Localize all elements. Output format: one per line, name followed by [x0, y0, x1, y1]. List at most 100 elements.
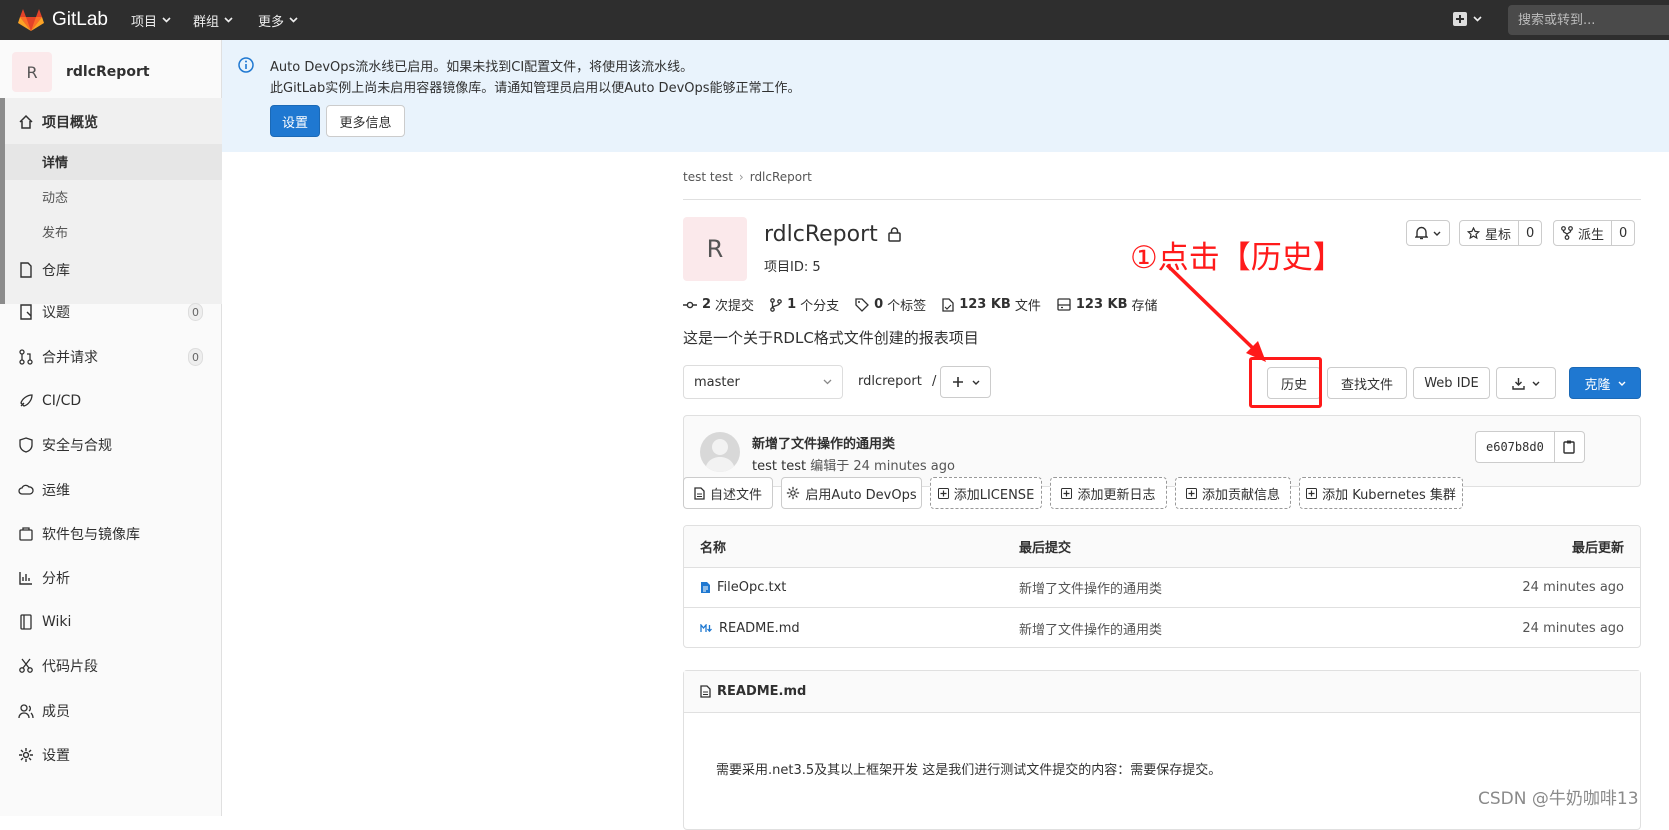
- repo-path-root[interactable]: rdlcreport: [858, 374, 922, 389]
- star-count[interactable]: 0: [1518, 221, 1541, 245]
- star-label: 星标: [1485, 227, 1512, 243]
- sidebar-item-members[interactable]: 成员: [18, 699, 70, 723]
- banner-line-1: Auto DevOps流水线已启用。如果未找到CI配置文件，将使用该流水线。: [270, 60, 694, 75]
- stat-storage[interactable]: 123 KB 存储: [1057, 295, 1158, 314]
- readme-filename[interactable]: README.md: [717, 684, 806, 699]
- storage-icon: [1057, 298, 1071, 311]
- add-changelog-button[interactable]: 添加更新日志: [1050, 477, 1167, 509]
- document-icon: [694, 486, 705, 500]
- stat-value: 1: [787, 297, 797, 312]
- sidebar-item-label: 代码片段: [42, 659, 98, 675]
- stat-value: 0: [874, 297, 884, 312]
- rocket-icon: [20, 394, 33, 407]
- watermark: CSDN @牛奶咖啡13: [1478, 789, 1639, 809]
- file-commit-message[interactable]: 新增了文件操作的通用类: [1019, 608, 1162, 647]
- file-name-cell[interactable]: README.md: [700, 608, 800, 647]
- add-kubernetes-button[interactable]: 添加 Kubernetes 集群: [1299, 477, 1463, 509]
- sidebar-subitem-releases[interactable]: 发布: [42, 222, 68, 241]
- branch-selector[interactable]: master: [683, 365, 843, 399]
- sidebar-item-label: CI/CD: [42, 393, 82, 409]
- enable-auto-devops-button[interactable]: 启用Auto DevOps: [781, 477, 922, 509]
- stat-files[interactable]: 123 KB 文件: [942, 295, 1041, 314]
- author-avatar[interactable]: [700, 432, 740, 472]
- commit-meta: test test 编辑于 24 minutes ago: [752, 455, 955, 474]
- add-to-tree-dropdown[interactable]: [940, 366, 991, 398]
- star-button[interactable]: 星标: [1460, 221, 1518, 245]
- commit-time: 24 minutes ago: [853, 459, 955, 474]
- find-file-button[interactable]: 查找文件: [1327, 367, 1407, 399]
- stat-commits[interactable]: 2 次提交: [683, 295, 754, 314]
- new-dropdown-button[interactable]: [1453, 12, 1482, 26]
- gear-icon: [787, 486, 800, 500]
- star-button-group: 星标 0: [1459, 220, 1543, 246]
- web-ide-button[interactable]: Web IDE: [1413, 367, 1490, 399]
- star-icon: [1467, 226, 1480, 239]
- sidebar-item-label: 软件包与镜像库: [42, 527, 140, 543]
- auto-devops-banner: Auto DevOps流水线已启用。如果未找到CI配置文件，将使用该流水线。 此…: [222, 40, 1669, 152]
- markdown-icon: [700, 623, 712, 632]
- sidebar-subitem-activity[interactable]: 动态: [42, 187, 68, 206]
- users-icon: [18, 704, 34, 719]
- project-avatar-large: R: [683, 217, 747, 281]
- fork-count[interactable]: 0: [1611, 221, 1634, 245]
- sidebar-item-issues[interactable]: 议题: [18, 300, 70, 324]
- search-input[interactable]: [1508, 5, 1669, 35]
- breadcrumb-namespace[interactable]: test test: [683, 170, 733, 184]
- nav-menu-projects[interactable]: 项目: [131, 0, 171, 40]
- notification-dropdown[interactable]: [1406, 220, 1450, 246]
- sidebar-subitem-details[interactable]: 详情: [42, 152, 68, 171]
- copy-sha-button[interactable]: [1553, 432, 1584, 462]
- file-name: README.md: [719, 620, 800, 636]
- commit-title[interactable]: 新增了文件操作的通用类: [752, 433, 895, 452]
- add-license-button[interactable]: 添加LICENSE: [930, 477, 1042, 509]
- project-stats: 2 次提交 1 个分支 0 个标签 123 KB 文件 123 KB 存储: [683, 295, 1174, 314]
- sidebar-item-repository[interactable]: 仓库: [18, 258, 70, 282]
- add-contributing-button[interactable]: 添加贡献信息: [1175, 477, 1291, 509]
- file-commit-message[interactable]: 新增了文件操作的通用类: [1019, 568, 1162, 607]
- sidebar-item-label: 安全与合规: [42, 438, 112, 454]
- notification-toggle[interactable]: [1407, 221, 1449, 245]
- sidebar-item-cicd[interactable]: CI/CD: [18, 389, 81, 413]
- commit-sha[interactable]: e607b8d0: [1476, 432, 1554, 462]
- commit-icon: [683, 301, 697, 308]
- gitlab-logo[interactable]: GitLab: [18, 8, 108, 32]
- sidebar-item-analytics[interactable]: 分析: [18, 566, 70, 590]
- clone-dropdown[interactable]: 克隆: [1569, 367, 1641, 399]
- sidebar-item-label: Wiki: [42, 614, 72, 630]
- column-last-commit: 最后提交: [1019, 541, 1072, 556]
- sidebar-item-operations[interactable]: 运维: [18, 478, 70, 502]
- table-row[interactable]: README.md 新增了文件操作的通用类 24 minutes ago: [684, 608, 1640, 647]
- stat-label: 文件: [1014, 299, 1041, 314]
- nav-menu-groups[interactable]: 群组: [193, 0, 233, 40]
- table-row[interactable]: FileOpc.txt 新增了文件操作的通用类 24 minutes ago: [684, 568, 1640, 608]
- commit-author[interactable]: test test: [752, 459, 806, 474]
- stat-tags[interactable]: 0 个标签: [855, 295, 926, 314]
- chevron-down-icon: [823, 379, 832, 385]
- breadcrumb-project[interactable]: rdlcReport: [750, 170, 812, 184]
- nav-menu-more[interactable]: 更多: [258, 0, 298, 40]
- sidebar-item-label: 合并请求: [42, 350, 98, 366]
- chevron-down-icon: [289, 17, 298, 23]
- nav-menu-label: 项目: [131, 14, 158, 30]
- merge-requests-count-badge: 0: [188, 348, 203, 366]
- file-name-cell[interactable]: FileOpc.txt: [700, 568, 786, 607]
- sidebar-item-wiki[interactable]: Wiki: [18, 610, 71, 634]
- readme-button[interactable]: 自述文件: [683, 477, 773, 509]
- fork-button[interactable]: 派生: [1554, 221, 1611, 245]
- chevron-down-icon: [1618, 381, 1625, 386]
- sidebar-item-merge-requests[interactable]: 合并请求: [18, 345, 98, 369]
- sidebar-item-overview[interactable]: 项目概览: [18, 110, 98, 134]
- file-tree-table: 名称 最后提交 最后更新 FileOpc.txt 新增了文件操作的通用类 24 …: [683, 525, 1641, 648]
- sidebar-item-packages[interactable]: 软件包与镜像库: [18, 522, 140, 546]
- sidebar-project-header[interactable]: R rdlcReport: [12, 52, 150, 92]
- stat-branches[interactable]: 1 个分支: [770, 295, 839, 314]
- banner-settings-button[interactable]: 设置: [270, 105, 320, 137]
- banner-more-info-button[interactable]: 更多信息: [326, 105, 405, 137]
- sidebar-item-snippets[interactable]: 代码片段: [18, 654, 98, 678]
- sidebar-item-security[interactable]: 安全与合规: [18, 433, 112, 457]
- download-dropdown[interactable]: [1496, 367, 1556, 399]
- stat-value: 123 KB: [1075, 297, 1128, 312]
- button-label: 添加贡献信息: [1201, 487, 1280, 503]
- button-label: 启用Auto DevOps: [805, 487, 917, 503]
- sidebar-item-settings[interactable]: 设置: [18, 743, 70, 767]
